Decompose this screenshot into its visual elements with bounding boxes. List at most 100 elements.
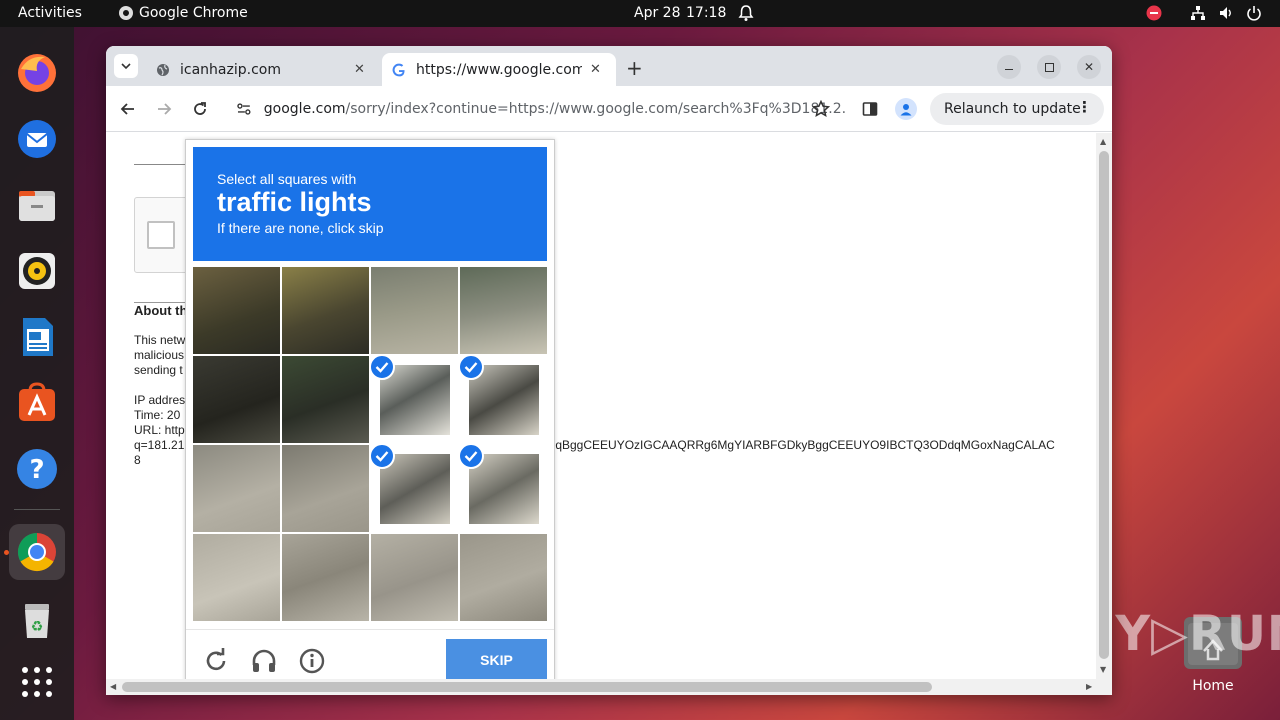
svg-text:?: ? — [29, 455, 44, 485]
tile-image — [193, 534, 280, 621]
captcha-tile[interactable] — [371, 534, 458, 621]
tile-image — [460, 534, 547, 621]
challenge-header: Select all squares with traffic lights I… — [193, 147, 547, 261]
horizontal-scrollbar[interactable]: ◀ ▶ — [106, 679, 1112, 695]
forward-arrow-icon[interactable] — [156, 101, 172, 117]
instruction-bottom: If there are none, click skip — [217, 220, 384, 236]
dock: ? ♻ — [0, 27, 74, 720]
header-rule — [134, 164, 186, 165]
kebab-menu-icon[interactable]: ⋮ — [1077, 98, 1092, 116]
tile-image — [371, 534, 458, 621]
captcha-tile[interactable] — [460, 445, 547, 532]
minimize-icon — [1005, 68, 1013, 71]
captcha-tile[interactable] — [371, 445, 458, 532]
tile-image — [193, 267, 280, 354]
power-icon[interactable] — [1246, 5, 1262, 25]
captcha-tile[interactable] — [193, 534, 280, 621]
home-folder-label[interactable]: Home — [1180, 678, 1246, 694]
date-label[interactable]: Apr 28 — [634, 5, 680, 21]
network-icon[interactable] — [1190, 5, 1206, 25]
captcha-tile[interactable] — [193, 356, 280, 443]
url-text[interactable]: google.com/sorry/index?continue=https://… — [264, 101, 847, 117]
tile-image — [282, 534, 369, 621]
close-window-button[interactable]: ✕ — [1077, 55, 1101, 79]
info-icon[interactable] — [298, 647, 326, 675]
tab-close-icon[interactable]: ✕ — [590, 62, 601, 77]
about-paragraph: This netw malicious sending t — [134, 333, 185, 378]
rhythmbox-icon[interactable] — [9, 243, 65, 299]
app-center-icon[interactable] — [9, 375, 65, 431]
vertical-scroll-thumb[interactable] — [1099, 151, 1109, 659]
scroll-right-arrow-icon[interactable]: ▶ — [1086, 682, 1092, 691]
bookmark-star-icon[interactable] — [812, 100, 830, 118]
captcha-tile[interactable] — [282, 445, 369, 532]
relaunch-to-update-button[interactable]: Relaunch to update ⋮ — [930, 93, 1104, 125]
person-icon — [900, 104, 912, 116]
side-panel-icon[interactable] — [862, 101, 878, 117]
show-apps-icon[interactable] — [9, 654, 65, 710]
tab-google[interactable]: https://www.google.com ✕ — [382, 53, 616, 86]
chevron-down-icon — [121, 62, 131, 69]
skip-button[interactable]: SKIP — [446, 639, 547, 681]
site-settings-icon[interactable] — [236, 101, 252, 117]
scroll-down-arrow-icon[interactable]: ▼ — [1100, 665, 1106, 674]
captcha-tile[interactable] — [371, 267, 458, 354]
back-arrow-icon[interactable] — [120, 101, 136, 117]
scroll-left-arrow-icon[interactable]: ◀ — [110, 682, 116, 691]
horizontal-scroll-thumb[interactable] — [122, 682, 932, 692]
tile-image — [282, 356, 369, 443]
url-path: /sorry/index?continue=https://www.google… — [345, 101, 847, 117]
tile-image — [282, 267, 369, 354]
volume-icon[interactable] — [1218, 5, 1234, 25]
firefox-icon[interactable] — [9, 45, 65, 101]
minimize-button[interactable] — [997, 55, 1021, 79]
writer-icon[interactable] — [9, 309, 65, 365]
globe-icon — [157, 63, 169, 76]
captcha-tile[interactable] — [282, 356, 369, 443]
new-tab-plus-icon[interactable]: + — [626, 56, 643, 80]
tile-image — [193, 356, 280, 443]
chrome-icon[interactable] — [9, 524, 65, 580]
tab-close-icon[interactable]: ✕ — [354, 62, 365, 77]
do-not-disturb-icon[interactable] — [1146, 5, 1162, 25]
scroll-up-arrow-icon[interactable]: ▲ — [1100, 137, 1106, 146]
ip-address-line: IP addres — [134, 393, 186, 407]
tab-icanhazip[interactable]: icanhazip.com ✕ — [146, 53, 380, 86]
recaptcha-checkbox[interactable] — [147, 221, 175, 249]
captcha-tile[interactable] — [193, 445, 280, 532]
close-icon: ✕ — [1083, 60, 1095, 74]
chrome-app-icon — [118, 5, 134, 25]
address-bar[interactable]: google.com/sorry/index?continue=https://… — [226, 93, 847, 125]
captcha-tile[interactable] — [282, 534, 369, 621]
activities-button[interactable]: Activities — [18, 5, 82, 21]
tab-search-button[interactable] — [114, 54, 138, 78]
time-label[interactable]: 17:18 — [686, 5, 726, 21]
reload-challenge-icon[interactable] — [202, 647, 230, 675]
maximize-button[interactable] — [1037, 55, 1061, 79]
captcha-tile[interactable] — [460, 356, 547, 443]
captcha-tile[interactable] — [460, 534, 547, 621]
para-line: This netw — [134, 333, 186, 347]
reload-icon[interactable] — [192, 101, 208, 117]
request-details: IP addres Time: 20 URL: http q=181.21 8 — [134, 393, 185, 468]
thunderbird-icon[interactable] — [9, 111, 65, 167]
profile-avatar[interactable] — [895, 98, 917, 120]
audio-challenge-icon[interactable] — [250, 647, 278, 675]
para-line: malicious — [134, 348, 185, 362]
time-line: Time: 20 — [134, 408, 181, 422]
bell-icon[interactable] — [738, 4, 754, 26]
app-menu[interactable]: Google Chrome — [139, 5, 248, 21]
toolbar: google.com/sorry/index?continue=https://… — [106, 86, 1112, 132]
files-icon[interactable] — [9, 177, 65, 233]
vertical-scrollbar[interactable]: ▲ ▼ — [1096, 133, 1112, 679]
image-grid — [193, 267, 547, 621]
help-icon[interactable]: ? — [9, 441, 65, 497]
captcha-tile[interactable] — [282, 267, 369, 354]
tile-image — [371, 267, 458, 354]
trash-icon[interactable]: ♻ — [9, 592, 65, 648]
challenge-target: traffic lights — [217, 187, 372, 217]
captcha-tile[interactable] — [371, 356, 458, 443]
about-heading: About th — [134, 303, 188, 318]
captcha-tile[interactable] — [460, 267, 547, 354]
captcha-tile[interactable] — [193, 267, 280, 354]
